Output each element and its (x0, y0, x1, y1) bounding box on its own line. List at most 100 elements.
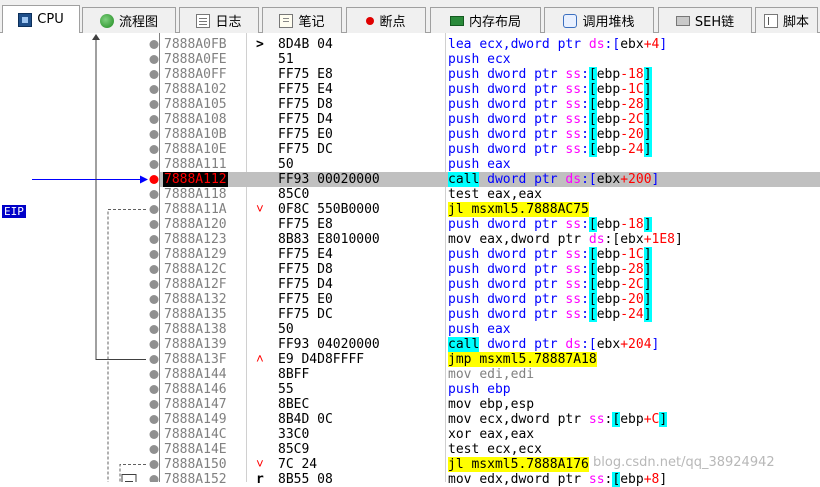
operand: :[ (604, 37, 621, 52)
address: 7888A111 (164, 157, 227, 172)
instruction-row[interactable]: 7888A149 8B4D 0C mov ecx,dword ptr ss:[ebp… (160, 412, 820, 427)
opcode-bytes: 55 (278, 382, 294, 397)
mnemonic: push (448, 277, 480, 292)
instruction-row[interactable]: 7888A10E FF75 DC push dword ptr ss:[ebp-24… (160, 142, 820, 157)
address: 7888A102 (164, 82, 227, 97)
call-stack-icon (563, 13, 578, 28)
operand: ebp (596, 82, 621, 97)
instruction-row[interactable]: 7888A108 FF75 D4 push dword ptr ss:[ebp-2C… (160, 112, 820, 127)
operand: ecx,dword ptr (479, 412, 589, 427)
operand: ebp (596, 307, 621, 322)
instruction-row[interactable]: 7888A139 FF93 04020000 call dword ptr ds:[… (160, 337, 820, 352)
instruction-row[interactable]: 7888A105 FF75 D8 push dword ptr ss:[ebp-28… (160, 97, 820, 112)
operand: ebx (620, 37, 644, 52)
opcode-bytes: 8B55 08 (278, 472, 333, 487)
tab-label: 内存布局 (468, 15, 521, 30)
operand: -24 (620, 142, 644, 157)
breakpoint-slot-dot (149, 130, 159, 139)
operand: -20 (620, 127, 644, 142)
instruction-row[interactable]: 7888A12C FF75 D8 push dword ptr ss:[ebp-28… (160, 262, 820, 277)
disassembly-text: xor eax,eax (448, 427, 534, 442)
disassembly-text: call dword ptr ds:[ebx+204] (448, 337, 659, 352)
tab-script[interactable]: 脚本 (755, 7, 818, 33)
breakpoint-slot-dot (149, 85, 159, 94)
disassembly-text: test ecx,ecx (448, 442, 542, 457)
operand: dword ptr (487, 97, 566, 112)
operand: ss (565, 217, 582, 232)
instruction-row[interactable]: 7888A129 FF75 E4 push dword ptr ss:[ebp-1C… (160, 247, 820, 262)
seh-icon (675, 15, 690, 26)
operand: ebp (596, 217, 621, 232)
operand: ds (565, 337, 582, 352)
operand: msxml5.78887A18 (479, 352, 597, 367)
operand: [ (588, 277, 597, 292)
operand: : (581, 277, 589, 292)
address: 7888A132 (164, 292, 227, 307)
instruction-row[interactable]: 7888A102 FF75 E4 push dword ptr ss:[ebp-1C… (160, 82, 820, 97)
instruction-row[interactable]: 7888A138 50 push eax (160, 322, 820, 337)
tab-breakpoints[interactable]: 断点 (346, 7, 426, 33)
tab-callstack[interactable]: 调用堆栈 (544, 7, 654, 33)
operand: ] (643, 217, 652, 232)
operand: +1E8 (643, 232, 675, 247)
instruction-row[interactable]: 7888A135 FF75 DC push dword ptr ss:[ebp-24… (160, 307, 820, 322)
instruction-row[interactable]: 7888A0FF FF75 E8 push dword ptr ss:[ebp-18… (160, 67, 820, 82)
breakpoint-slot-dot (149, 265, 159, 274)
opcode-bytes: FF75 D8 (278, 262, 333, 277)
address: 7888A0FE (164, 52, 227, 67)
instruction-row[interactable]: 7888A120 FF75 E8 push dword ptr ss:[ebp-18… (160, 217, 820, 232)
tab-label: 日志 (215, 15, 242, 30)
instruction-row[interactable]: 7888A0FB >8D4B 04 lea ecx,dword ptr ds:[eb… (160, 37, 820, 52)
tab-notes[interactable]: 笔记 (262, 7, 342, 33)
opcode-bytes: 8BFF (278, 367, 310, 382)
instruction-row[interactable]: 7888A147 8BEC mov ebp,esp (160, 397, 820, 412)
mnemonic: push (448, 97, 480, 112)
mnemonic: jl (448, 457, 464, 472)
operand: ss (565, 142, 582, 157)
tab-log[interactable]: 日志 (179, 7, 259, 33)
operand: ebp (596, 247, 621, 262)
instruction-row[interactable]: 7888A118 85C0 test eax,eax (160, 187, 820, 202)
tab-memory[interactable]: 内存布局 (430, 7, 541, 33)
operand: : (581, 142, 589, 157)
instruction-row[interactable]: 7888A132 FF75 E0 push dword ptr ss:[ebp-20… (160, 292, 820, 307)
instruction-row[interactable]: 7888A13F ˄ E9 D4D8FFFF jmp msxml5.78887A18 (160, 352, 820, 367)
instruction-row[interactable]: 7888A10B FF75 E0 push dword ptr ss:[ebp-20… (160, 127, 820, 142)
instruction-row[interactable]: 7888A146 55 push ebp (160, 382, 820, 397)
tab-cpu[interactable]: CPU (2, 5, 80, 33)
operand: eax (487, 157, 511, 172)
opcode-bytes: FF93 00020000 (278, 172, 380, 187)
operand: +200 (620, 172, 652, 187)
watermark: blog.csdn.net/qq_38924942 (593, 455, 775, 470)
operand: dword ptr (487, 82, 566, 97)
breakpoint-slot-dot (149, 115, 159, 124)
operand: ebp (596, 277, 621, 292)
instruction-row[interactable]: 7888A111 50 push eax (160, 157, 820, 172)
mnemonic: test (448, 442, 480, 457)
address: 7888A112 (163, 172, 228, 187)
opcode-bytes: E9 D4D8FFFF (278, 352, 365, 367)
operand: dword ptr (487, 277, 566, 292)
address: 7888A14E (164, 442, 227, 457)
opcode-bytes: FF75 D4 (278, 112, 333, 127)
disassembly-text: push dword ptr ss:[ebp-24] (448, 142, 652, 157)
instruction-row[interactable]: 7888A0FE 51 push ecx (160, 52, 820, 67)
instruction-row[interactable]: 7888A144 8BFF mov edi,edi (160, 367, 820, 382)
instruction-row[interactable]: 7888A123 8B83 E8010000 mov eax,dword ptr d… (160, 232, 820, 247)
instruction-row[interactable]: 7888A152 r 8B55 08 mov edx,dword ptr ss:[eb… (160, 472, 820, 487)
address: 7888A0FB (164, 37, 227, 52)
operand: dword ptr (487, 217, 566, 232)
current-instruction-row[interactable]: 7888A112 FF93 00020000 call dword ptr ds:[… (160, 172, 820, 187)
mnemonic: push (448, 52, 480, 67)
instruction-row[interactable]: 7888A14C 33C0 xor eax,eax (160, 427, 820, 442)
address: 7888A147 (164, 397, 227, 412)
instruction-row[interactable]: 7888A11A ˅ 0F8C 550B0000 jl msxml5.7888AC75 (160, 202, 820, 217)
tab-seh[interactable]: SEH链 (658, 7, 752, 33)
breakpoint-slot-dot (149, 370, 159, 379)
operand: ebx (596, 337, 621, 352)
jmp-back-arrow (95, 37, 146, 360)
instruction-row[interactable]: 7888A12F FF75 D4 push dword ptr ss:[ebp-2C… (160, 277, 820, 292)
operand: [ (588, 142, 597, 157)
mnemonic: push (448, 292, 480, 307)
tab-flow[interactable]: 流程图 (82, 7, 176, 33)
